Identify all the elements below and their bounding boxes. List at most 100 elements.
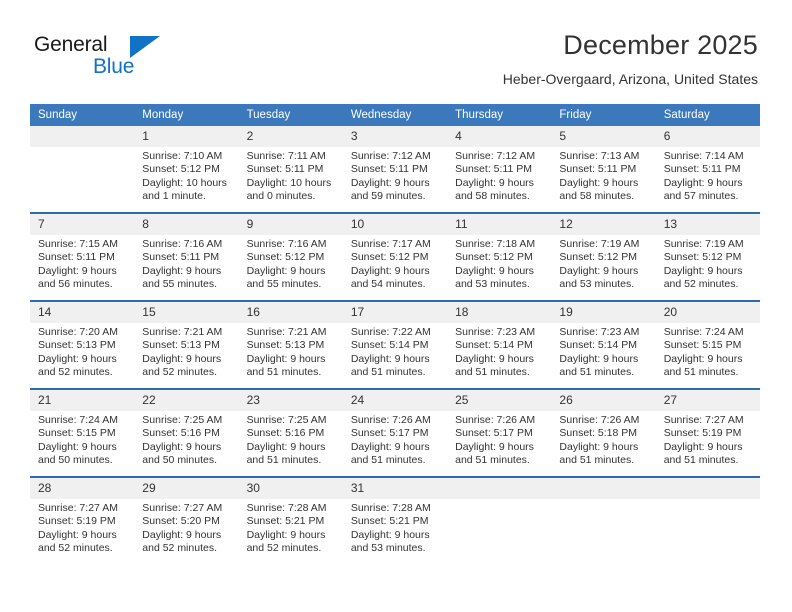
day-cell-inner: 23 Sunrise: 7:25 AM Sunset: 5:16 PM Dayligh…: [238, 390, 343, 476]
calendar-day-cell[interactable]: 5 Sunrise: 7:13 AM Sunset: 5:11 PM Daylight…: [551, 126, 656, 213]
calendar-day-cell[interactable]: 29 Sunrise: 7:27 AM Sunset: 5:20 PM Dayligh…: [134, 476, 239, 564]
calendar-day-cell[interactable]: 3 Sunrise: 7:12 AM Sunset: 5:11 PM Daylight…: [342, 126, 448, 213]
day-number: 7: [30, 214, 135, 235]
day-cell-inner: 4 Sunrise: 7:12 AM Sunset: 5:11 PM Daylight…: [447, 126, 552, 212]
day-cell-inner: [551, 478, 656, 564]
calendar-day-cell[interactable]: 8 Sunrise: 7:16 AM Sunset: 5:11 PM Daylight…: [134, 212, 239, 301]
day-details: Sunrise: 7:22 AM Sunset: 5:14 PM Daylight:…: [343, 323, 447, 380]
calendar-day-cell[interactable]: 7 Sunrise: 7:15 AM Sunset: 5:11 PM Daylight…: [30, 212, 135, 301]
sunset-text: Sunset: 5:14 PM: [455, 339, 533, 352]
calendar-week-row: 21 Sunrise: 7:24 AM Sunset: 5:15 PM Dayligh…: [30, 388, 760, 477]
daylight-text: Daylight: 10 hours and 0 minutes.: [246, 176, 332, 203]
sunrise-text: Sunrise: 7:20 AM: [38, 326, 118, 338]
day-number: 9: [238, 214, 343, 235]
daylight-text: Daylight: 9 hours and 52 minutes.: [38, 352, 117, 379]
calendar-day-cell[interactable]: 31 Sunrise: 7:28 AM Sunset: 5:21 PM Dayligh…: [342, 476, 448, 564]
calendar-day-cell[interactable]: 16 Sunrise: 7:21 AM Sunset: 5:13 PM Dayligh…: [238, 300, 343, 389]
calendar-day-cell[interactable]: 13 Sunrise: 7:19 AM Sunset: 5:12 PM Dayligh…: [655, 212, 760, 301]
day-cell-inner: 10 Sunrise: 7:17 AM Sunset: 5:12 PM Dayligh…: [342, 214, 448, 300]
calendar-day-cell[interactable]: 2 Sunrise: 7:11 AM Sunset: 5:11 PM Daylight…: [238, 126, 343, 213]
calendar-day-cell[interactable]: 15 Sunrise: 7:21 AM Sunset: 5:13 PM Dayligh…: [134, 300, 239, 389]
sunset-text: Sunset: 5:11 PM: [455, 163, 532, 176]
sunrise-text: Sunrise: 7:13 AM: [559, 150, 640, 162]
day-details: Sunrise: 7:17 AM Sunset: 5:12 PM Daylight:…: [343, 235, 447, 292]
day-number: 1: [134, 126, 239, 147]
sunset-text: Sunset: 5:11 PM: [350, 163, 428, 176]
calendar-day-cell[interactable]: 14 Sunrise: 7:20 AM Sunset: 5:13 PM Dayligh…: [30, 300, 135, 389]
day-cell-inner: 25 Sunrise: 7:26 AM Sunset: 5:17 PM Dayligh…: [447, 390, 552, 476]
calendar-day-cell[interactable]: 22 Sunrise: 7:25 AM Sunset: 5:16 PM Dayligh…: [134, 388, 239, 477]
sunrise-text: Sunrise: 7:26 AM: [455, 414, 536, 426]
sunrise-text: Sunrise: 7:12 AM: [455, 150, 536, 162]
day-number: 17: [342, 302, 448, 323]
sunrise-text: Sunrise: 7:26 AM: [559, 414, 640, 426]
calendar-day-cell[interactable]: 20 Sunrise: 7:24 AM Sunset: 5:15 PM Dayligh…: [655, 300, 760, 389]
day-details: Sunrise: 7:27 AM Sunset: 5:19 PM Daylight:…: [656, 411, 760, 468]
sunset-text: Sunset: 5:13 PM: [246, 339, 325, 352]
day-cell-inner: 17 Sunrise: 7:22 AM Sunset: 5:14 PM Dayligh…: [342, 302, 448, 388]
day-details: Sunrise: 7:12 AM Sunset: 5:11 PM Daylight:…: [343, 147, 447, 204]
calendar-day-cell[interactable]: 18 Sunrise: 7:23 AM Sunset: 5:14 PM Dayligh…: [447, 300, 552, 389]
calendar-container: Sunday Monday Tuesday Wednesday Thursday Frid…: [30, 104, 760, 564]
day-number: 6: [655, 126, 760, 147]
day-details: Sunrise: 7:21 AM Sunset: 5:13 PM Daylight:…: [239, 323, 343, 380]
calendar-day-cell[interactable]: 10 Sunrise: 7:17 AM Sunset: 5:12 PM Dayligh…: [342, 212, 448, 301]
day-cell-inner: 27 Sunrise: 7:27 AM Sunset: 5:19 PM Dayligh…: [655, 390, 760, 476]
calendar-body: 1 Sunrise: 7:10 AM Sunset: 5:12 PM Daylight…: [30, 126, 760, 564]
calendar-day-cell[interactable]: 9 Sunrise: 7:16 AM Sunset: 5:12 PM Daylight…: [238, 212, 343, 301]
sunset-text: Sunset: 5:15 PM: [663, 339, 742, 352]
sunrise-text: Sunrise: 7:27 AM: [663, 414, 744, 426]
sunset-text: Sunset: 5:13 PM: [142, 339, 220, 352]
day-number: 16: [238, 302, 343, 323]
daylight-text: Daylight: 9 hours and 51 minutes.: [246, 352, 326, 379]
sunset-text: Sunset: 5:20 PM: [142, 515, 220, 528]
calendar-day-cell[interactable]: 21 Sunrise: 7:24 AM Sunset: 5:15 PM Dayligh…: [30, 388, 135, 477]
day-cell-inner: 6 Sunrise: 7:14 AM Sunset: 5:11 PM Daylight…: [655, 126, 760, 212]
calendar-day-cell: [551, 476, 656, 564]
calendar-day-cell[interactable]: 30 Sunrise: 7:28 AM Sunset: 5:21 PM Dayligh…: [238, 476, 343, 564]
day-cell-inner: 9 Sunrise: 7:16 AM Sunset: 5:12 PM Daylight…: [238, 214, 343, 300]
sunrise-text: Sunrise: 7:25 AM: [246, 414, 327, 426]
calendar-day-cell[interactable]: 19 Sunrise: 7:23 AM Sunset: 5:14 PM Dayligh…: [551, 300, 656, 389]
day-number: 19: [551, 302, 656, 323]
sunrise-text: Sunrise: 7:16 AM: [246, 238, 327, 250]
day-cell-inner: 28 Sunrise: 7:27 AM Sunset: 5:19 PM Dayligh…: [30, 478, 135, 564]
calendar-day-cell[interactable]: 11 Sunrise: 7:18 AM Sunset: 5:12 PM Dayligh…: [447, 212, 552, 301]
sunset-text: Sunset: 5:21 PM: [246, 515, 325, 528]
calendar-day-cell[interactable]: 1 Sunrise: 7:10 AM Sunset: 5:12 PM Daylight…: [134, 126, 239, 213]
day-number: 28: [30, 478, 135, 499]
sunrise-text: Sunrise: 7:14 AM: [663, 150, 744, 162]
calendar-day-cell[interactable]: 23 Sunrise: 7:25 AM Sunset: 5:16 PM Dayligh…: [238, 388, 343, 477]
day-cell-inner: 29 Sunrise: 7:27 AM Sunset: 5:20 PM Dayligh…: [134, 478, 239, 564]
sunset-text: Sunset: 5:12 PM: [142, 163, 220, 176]
calendar-day-cell[interactable]: 24 Sunrise: 7:26 AM Sunset: 5:17 PM Dayligh…: [342, 388, 448, 477]
calendar-day-cell[interactable]: 12 Sunrise: 7:19 AM Sunset: 5:12 PM Dayligh…: [551, 212, 656, 301]
daylight-text: Daylight: 9 hours and 56 minutes.: [38, 264, 117, 291]
calendar-day-cell[interactable]: 28 Sunrise: 7:27 AM Sunset: 5:19 PM Dayligh…: [30, 476, 135, 564]
day-cell-inner: 13 Sunrise: 7:19 AM Sunset: 5:12 PM Dayligh…: [655, 214, 760, 300]
weekday-header-wednesday: Wednesday: [342, 104, 448, 126]
sunset-text: Sunset: 5:11 PM: [142, 251, 220, 264]
sunset-text: Sunset: 5:11 PM: [663, 163, 741, 176]
page-title: December 2025: [563, 30, 758, 60]
calendar-day-cell[interactable]: 4 Sunrise: 7:12 AM Sunset: 5:11 PM Daylight…: [447, 126, 552, 213]
daylight-text: Daylight: 9 hours and 55 minutes.: [246, 264, 326, 291]
calendar-day-cell[interactable]: 27 Sunrise: 7:27 AM Sunset: 5:19 PM Dayligh…: [655, 388, 760, 477]
calendar-day-cell[interactable]: 26 Sunrise: 7:26 AM Sunset: 5:18 PM Dayligh…: [551, 388, 656, 477]
daylight-text: Daylight: 9 hours and 51 minutes.: [559, 352, 639, 379]
daylight-text: Daylight: 9 hours and 51 minutes.: [663, 440, 743, 467]
daylight-text: Daylight: 9 hours and 51 minutes.: [455, 440, 534, 467]
day-number: 30: [238, 478, 343, 499]
calendar-day-cell[interactable]: 25 Sunrise: 7:26 AM Sunset: 5:17 PM Dayligh…: [447, 388, 552, 477]
sunrise-text: Sunrise: 7:28 AM: [350, 502, 431, 514]
daylight-text: Daylight: 9 hours and 51 minutes.: [455, 352, 534, 379]
general-blue-logo[interactable]: General Blue: [34, 33, 214, 85]
daylight-text: Daylight: 9 hours and 53 minutes.: [350, 528, 430, 555]
day-details: Sunrise: 7:27 AM Sunset: 5:19 PM Daylight:…: [30, 499, 134, 556]
day-cell-inner: 19 Sunrise: 7:23 AM Sunset: 5:14 PM Dayligh…: [551, 302, 656, 388]
calendar-day-cell[interactable]: 6 Sunrise: 7:14 AM Sunset: 5:11 PM Daylight…: [655, 126, 760, 213]
day-number: 23: [238, 390, 343, 411]
daylight-text: Daylight: 9 hours and 58 minutes.: [559, 176, 639, 203]
sunrise-text: Sunrise: 7:27 AM: [142, 502, 223, 514]
calendar-day-cell[interactable]: 17 Sunrise: 7:22 AM Sunset: 5:14 PM Dayligh…: [342, 300, 448, 389]
